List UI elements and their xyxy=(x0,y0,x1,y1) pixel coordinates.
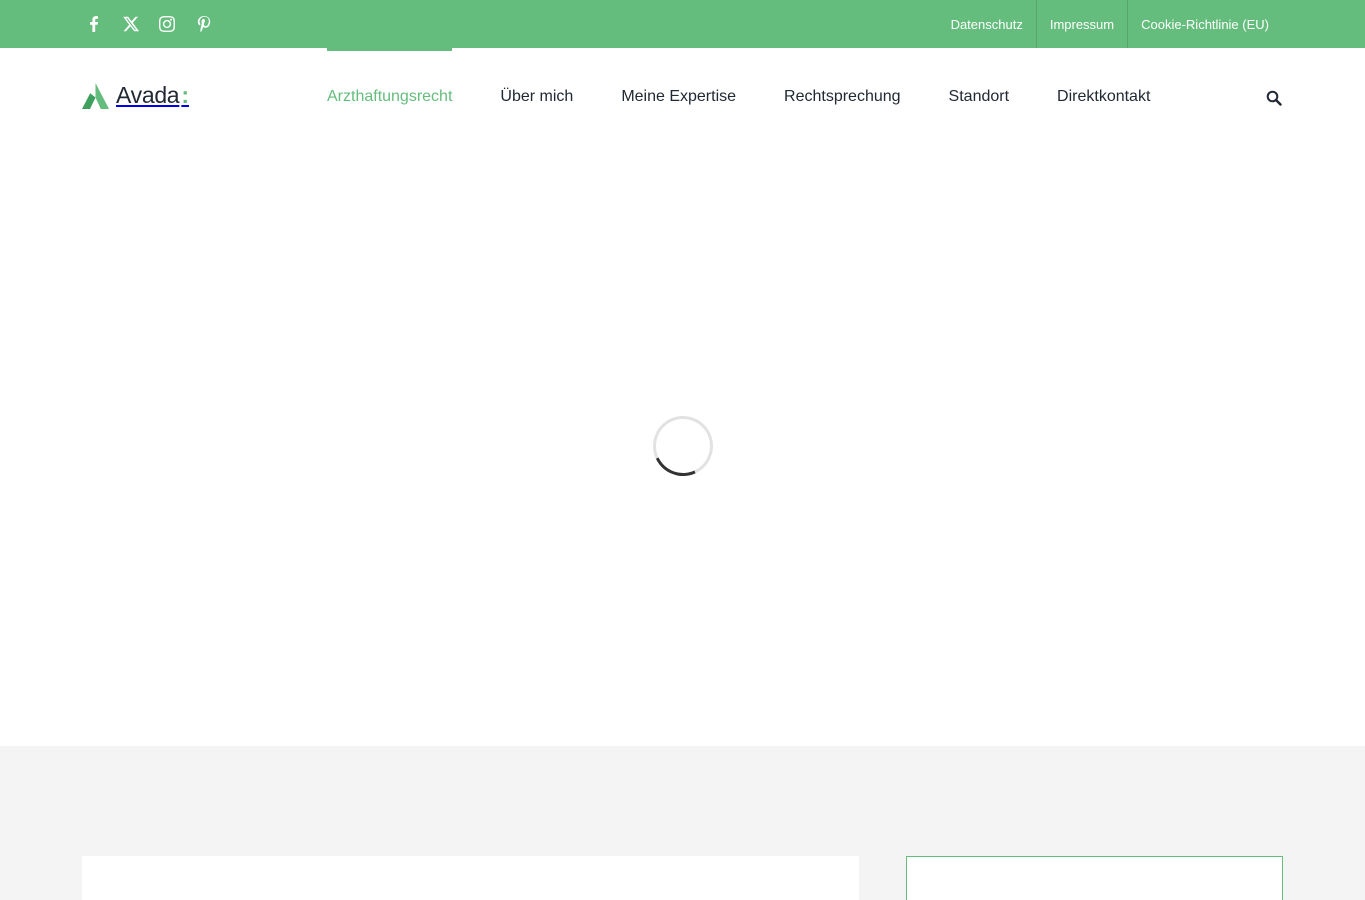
main-nav: Arzthaftungsrecht Über mich Meine Expert… xyxy=(327,48,1198,146)
secondary-nav: Datenschutz Impressum Cookie-Richtlinie … xyxy=(938,0,1283,48)
nav-item-meine-expertise[interactable]: Meine Expertise xyxy=(621,48,736,146)
pinterest-link[interactable] xyxy=(192,12,216,36)
pinterest-icon xyxy=(197,16,210,33)
search-icon xyxy=(1266,90,1282,106)
social-links xyxy=(82,12,228,36)
nav-item-ueber-mich[interactable]: Über mich xyxy=(500,48,573,146)
x-twitter-link[interactable] xyxy=(119,12,143,36)
top-bar: Datenschutz Impressum Cookie-Richtlinie … xyxy=(0,0,1365,48)
nav-item-standort[interactable]: Standort xyxy=(949,48,1009,146)
instagram-link[interactable] xyxy=(155,12,179,36)
content-card xyxy=(82,856,859,900)
logo-colon: : xyxy=(181,82,189,108)
lower-section xyxy=(0,746,1365,900)
secondary-nav-cookie-richtlinie[interactable]: Cookie-Richtlinie (EU) xyxy=(1127,0,1283,48)
facebook-link[interactable] xyxy=(82,12,106,36)
site-logo[interactable]: Avada : xyxy=(82,82,189,109)
nav-item-rechtsprechung[interactable]: Rechtsprechung xyxy=(784,48,901,146)
secondary-nav-datenschutz[interactable]: Datenschutz xyxy=(938,0,1036,48)
sidebar-card xyxy=(906,856,1283,900)
logo-text: Avada xyxy=(116,82,180,108)
x-twitter-icon xyxy=(122,16,139,32)
nav-item-arzthaftungsrecht[interactable]: Arzthaftungsrecht xyxy=(327,48,453,146)
instagram-icon xyxy=(159,16,175,32)
search-button[interactable] xyxy=(1266,90,1282,106)
logo-mark-icon xyxy=(82,82,109,109)
secondary-nav-impressum[interactable]: Impressum xyxy=(1035,0,1127,48)
site-header: Avada : Arzthaftungsrecht Über mich Mein… xyxy=(0,48,1365,146)
facebook-icon xyxy=(90,16,98,32)
nav-item-direktkontakt[interactable]: Direktkontakt xyxy=(1057,48,1150,146)
